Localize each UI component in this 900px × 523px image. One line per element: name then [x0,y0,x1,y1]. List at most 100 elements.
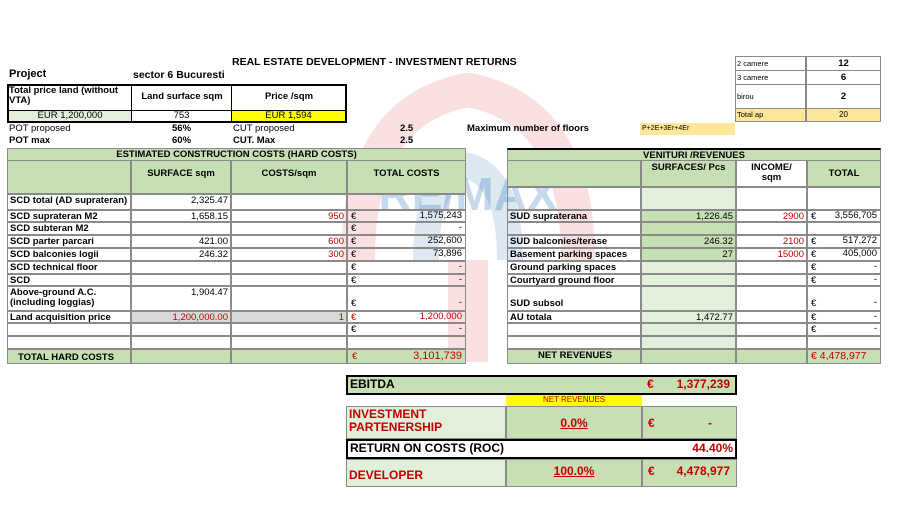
revenue-row-label: Courtyard ground floor [507,274,641,286]
revenue-row-total: 3,556,705 [834,211,877,221]
revenue-row-surface [641,336,736,349]
rooms-value-2-camere: 12 [806,56,881,71]
cost-row-currency [347,336,466,349]
investment-partnership-label: INVESTMENT PARTENERSHIP [349,408,443,434]
rooms-label-total: Total ap [735,108,806,122]
spreadsheet-page: RE/MAX REAL ESTATE DEVELOPMENT - INVESTM… [0,0,900,523]
revenue-row-label: SUD subsol [507,286,641,311]
cut-max-value: 2.5 [400,136,414,146]
price-sqm-label: Price /sqm [264,92,314,102]
land-surface-label: Land surface sqm [141,92,223,102]
cost-row-surface: 421.00 [131,235,231,248]
revenue-row-label: SUD balconies/terase [507,235,641,248]
roc-value: 44.40% [692,442,733,455]
revenue-row-income [736,261,807,274]
cost-row-total: 73,896 [432,249,462,259]
cost-row-total: 1,200,000 [419,312,462,322]
revenue-row-currency [807,187,881,210]
revenue-row-income: 15000 [736,248,807,261]
land-surface-value: 753 [173,111,190,121]
developer-value: 4,478,977 [676,465,730,478]
cost-row-cost-sqm [231,323,347,336]
project-label: Project [9,69,47,80]
cost-row-label: Land acquisition price [7,311,131,323]
rooms-label-2-camere: 2 camere [735,56,806,71]
costs-header-blank [7,160,131,194]
cost-row-cost-sqm [231,274,347,286]
revenue-row-total: - [873,324,877,334]
cost-row-total: - [458,223,462,233]
revenue-row-currency [807,336,881,349]
project-value: sector 6 Bucuresti [133,70,225,81]
revenue-row-income [736,187,807,210]
revenue-row-label: SUD supraterana [507,210,641,222]
revenue-row-income [736,222,807,235]
cost-row-cost-sqm [231,286,347,311]
revenue-row-income [736,336,807,349]
revenue-row-surface [641,274,736,286]
cost-row-label: SCD parter parcari [7,235,131,248]
cut-proposed-value: 2.5 [400,124,414,134]
cost-row-label: SCD total (AD suprateran) [7,194,131,210]
cost-row-surface [131,261,231,274]
developer-label: DEVELOPER [349,469,424,482]
revenues-header-income: INCOME/ sqm [736,160,807,187]
cost-row-label [7,336,131,349]
rooms-value-birou: 2 [806,84,881,109]
roc-label: RETURN ON COSTS (ROC) [350,442,504,455]
cost-row-currency [347,194,466,210]
total-hard-costs-label: TOTAL HARD COSTS [7,349,131,364]
ebitda-label: EBITDA [350,378,395,391]
costs-header-costs-sqm: COSTS/sqm [231,160,347,194]
land-price-value: EUR 1,200,000 [9,111,131,121]
cost-row-label [7,323,131,336]
revenue-row-total: - [873,275,877,285]
ebitda-value: 1,377,239 [676,378,730,391]
cost-row-cost-sqm [231,261,347,274]
cost-row-surface [131,274,231,286]
cost-row-cost-sqm [231,194,347,210]
cost-row-cost-sqm: 950 [231,210,347,222]
pot-max-value: 60% [172,136,192,146]
developer-pct: 100.0% [553,465,595,478]
costs-header-surface: SURFACE sqm [131,160,231,194]
revenue-row-total: - [873,298,877,308]
cost-row-total: - [458,324,462,334]
revenues-header-total: TOTAL [807,160,881,187]
revenue-row-label: Ground parking spaces [507,261,641,274]
rooms-label-birou: birou [735,84,806,109]
max-floors-value: P+2E+3Er+4Er [640,123,735,135]
land-price-label: Total price land (without VTA) [9,86,119,106]
revenue-row-surface [641,323,736,336]
revenue-row-total: 405,000 [842,249,877,259]
cost-row-surface: 1,200,000.00 [131,311,231,323]
cut-proposed-label: CUT proposed [233,124,295,134]
cost-row-cost-sqm: 600 [231,235,347,248]
revenue-row-label: AU totala [507,311,641,323]
cost-row-total: 252,600 [427,236,462,246]
rooms-label-3-camere: 3 camere [735,70,806,85]
revenue-row-income [736,274,807,286]
revenue-row-surface: 27 [641,248,736,261]
cost-row-cost-sqm [231,222,347,235]
total-hard-costs-value: 3,101,739 [413,351,462,362]
cost-row-surface: 246.32 [131,248,231,261]
pot-proposed-value: 56% [172,124,192,134]
cost-row-surface [131,336,231,349]
pot-proposed-label: POT proposed [9,124,71,134]
pot-max-label: POT max [9,136,51,146]
revenue-row-surface [641,286,736,311]
revenue-row-total: 517,272 [842,236,877,246]
cost-row-surface: 1,904.47 [131,286,231,311]
revenue-row-label [507,187,641,210]
cost-row-label: Above-ground A.C. (including loggias) [7,286,131,311]
cost-row-cost-sqm [231,336,347,349]
cost-row-total: - [458,298,462,308]
revenue-row-income: 2900 [736,210,807,222]
investment-partnership-pct: 0.0% [560,417,588,430]
cost-row-surface: 2,325.47 [131,194,231,210]
revenue-row-label: Basement parking spaces [507,248,641,261]
revenue-row-surface [641,187,736,210]
costs-header-total: TOTAL COSTS [347,160,466,194]
price-sqm-value: EUR 1,594 [232,111,345,121]
